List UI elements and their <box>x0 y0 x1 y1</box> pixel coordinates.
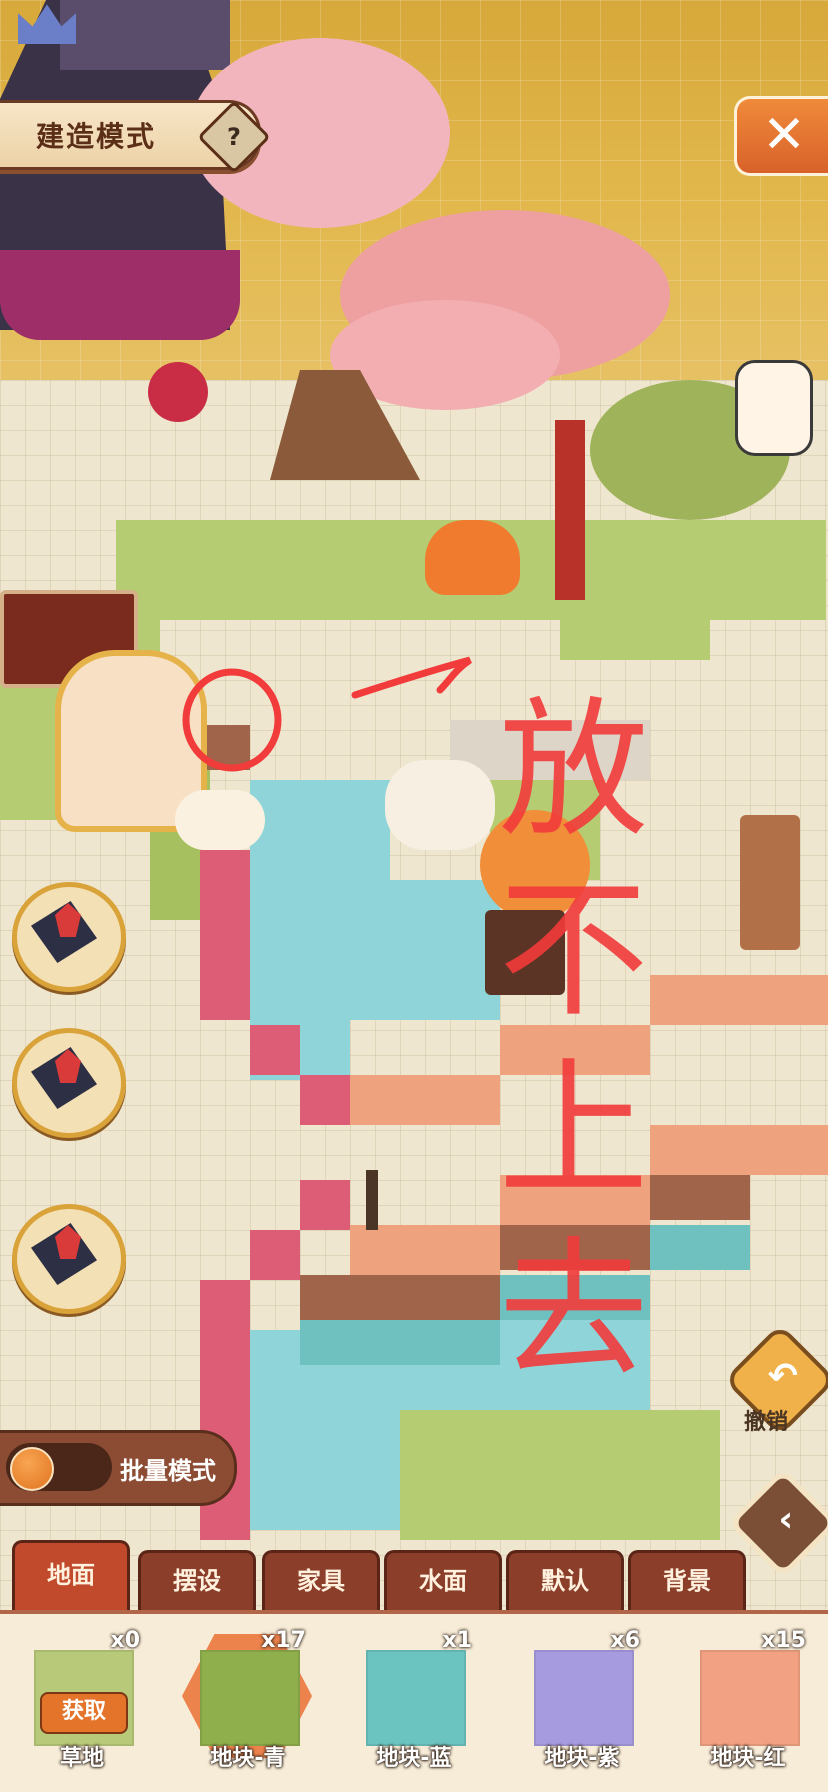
item-count: x6 <box>610 1628 641 1653</box>
palette-item-tile-blue[interactable]: x1 地块-蓝 <box>362 1628 472 1782</box>
tile-swatch <box>534 1650 634 1746</box>
undo-label: 撤销 <box>744 1410 789 1435</box>
close-icon: ✕ <box>762 105 806 165</box>
item-palette: x0 获取 草地 x17 地块-青 x1 地块-蓝 x6 地块-紫 x15 地块… <box>0 1610 828 1792</box>
scribble-arrow <box>351 656 473 699</box>
get-button[interactable]: 获取 <box>40 1692 128 1734</box>
item-count: x0 <box>110 1628 141 1653</box>
scribble-text: 放不上去 <box>473 690 647 1410</box>
batch-mode-toggle[interactable]: 批量模式 <box>0 1430 237 1506</box>
item-count: x17 <box>261 1628 306 1653</box>
tab-water[interactable]: 水面 <box>384 1550 502 1611</box>
undo-icon: ↶ <box>767 1356 798 1398</box>
handwritten-annotation: 放不上去 <box>182 656 647 1410</box>
palette-item-tile-purple[interactable]: x6 地块-紫 <box>530 1628 640 1782</box>
palette-item-grass[interactable]: x0 获取 草地 <box>30 1628 140 1782</box>
tab-default[interactable]: 默认 <box>506 1550 624 1611</box>
tab-ground[interactable]: 地面 <box>12 1540 130 1611</box>
item-label: 地块-青 <box>210 1746 286 1771</box>
batch-mode-label: 批量模式 <box>120 1457 216 1485</box>
item-count: x1 <box>442 1628 473 1653</box>
page-title: 建造模式 <box>36 120 157 153</box>
palette-item-tile-red[interactable]: x15 地块-红 <box>696 1628 806 1782</box>
scribble-circle <box>182 668 282 772</box>
palette-item-tile-cyan[interactable]: x17 地块-青 <box>182 1628 312 1782</box>
close-button[interactable]: ✕ <box>734 96 828 176</box>
toggle-knob[interactable] <box>10 1447 54 1491</box>
tab-furniture[interactable]: 家具 <box>262 1550 380 1611</box>
game-screen: 放不上去 建造模式 ? ✕ ↶ 撤销 ‹ 批量模式 地面 摆设 家具 水面 默认… <box>0 0 828 1792</box>
question-icon: ? <box>227 123 241 151</box>
item-label: 地块-紫 <box>544 1746 620 1771</box>
item-label: 草地 <box>59 1746 104 1771</box>
tab-background[interactable]: 背景 <box>628 1550 746 1611</box>
tile-swatch <box>200 1650 300 1746</box>
tile-swatch <box>700 1650 800 1746</box>
item-label: 地块-蓝 <box>376 1746 452 1771</box>
category-tabs: 地面 摆设 家具 水面 默认 背景 <box>0 1540 828 1611</box>
toggle-track[interactable] <box>6 1443 112 1491</box>
item-count: x15 <box>761 1628 806 1653</box>
mode-title-tag: 建造模式 ? <box>0 100 271 174</box>
tab-ornaments[interactable]: 摆设 <box>138 1550 256 1611</box>
item-label: 地块-红 <box>710 1746 786 1771</box>
tile-swatch <box>366 1650 466 1746</box>
